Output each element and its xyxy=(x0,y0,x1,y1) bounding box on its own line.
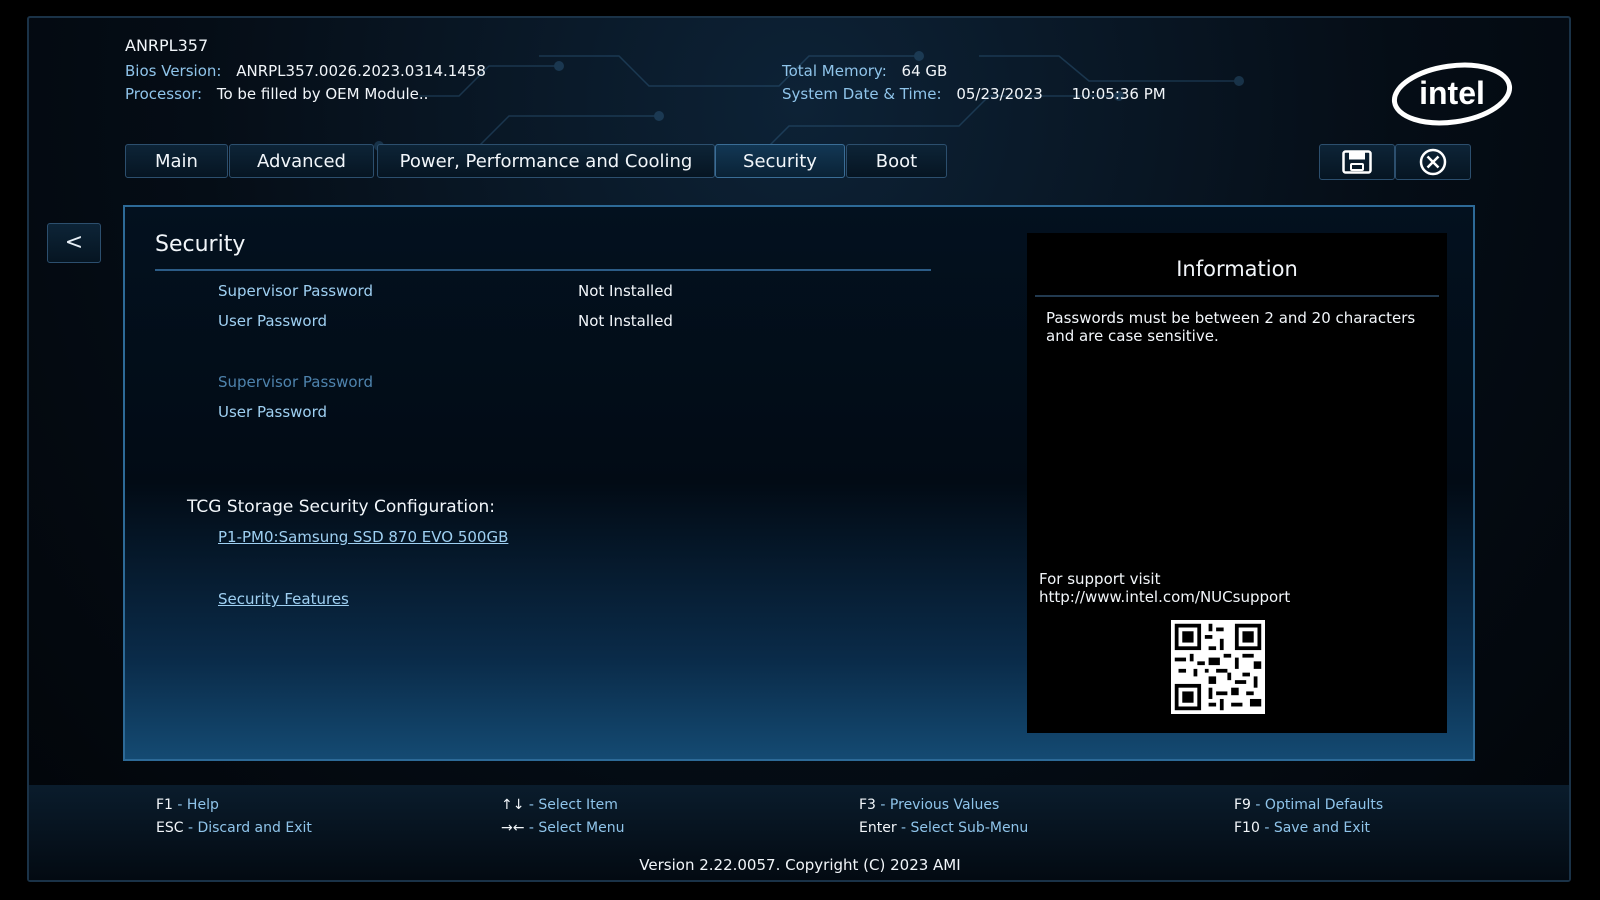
hint-key: →← xyxy=(501,820,525,836)
support-info: For support visit http://www.intel.com/N… xyxy=(1039,570,1429,606)
help-hint-select-menu: →← - Select Menu xyxy=(501,820,625,836)
save-button[interactable] xyxy=(1319,144,1395,180)
title-divider xyxy=(155,269,931,271)
information-divider xyxy=(1035,295,1439,297)
memory-label: Total Memory: xyxy=(782,62,887,80)
information-panel: Information Passwords must be between 2 … xyxy=(1027,233,1447,733)
hint-desc: Select Item xyxy=(538,797,618,813)
time-value[interactable]: 10:05:36 PM xyxy=(1072,85,1166,103)
total-memory: Total Memory: 64 GB xyxy=(782,62,947,80)
help-hint-select-item: ↑↓ - Select Item xyxy=(501,797,618,813)
version-text: Version 2.22.0057. Copyright (C) 2023 AM… xyxy=(639,856,961,874)
processor-label: Processor: xyxy=(125,85,203,103)
hint-key: F10 xyxy=(1234,820,1260,836)
tab-boot[interactable]: Boot xyxy=(846,144,947,178)
save-icon xyxy=(1342,150,1372,174)
hint-desc: Help xyxy=(186,797,219,813)
svg-text:intel: intel xyxy=(1419,75,1485,111)
help-hint-f1: F1 - Help xyxy=(156,797,219,813)
datetime-label: System Date & Time: xyxy=(782,85,942,103)
hint-desc: Discard and Exit xyxy=(197,820,312,836)
hint-key: ESC xyxy=(156,820,184,836)
support-line: For support visit xyxy=(1039,570,1161,588)
tcg-storage-heading: TCG Storage Security Configuration: xyxy=(187,497,495,517)
date-value[interactable]: 05/23/2023 xyxy=(956,85,1042,103)
processor-info: Processor: To be filled by OEM Module.. xyxy=(125,85,428,103)
help-hint-f9: F9 - Optimal Defaults xyxy=(1234,797,1384,813)
supervisor-password-status-label: Supervisor Password xyxy=(218,282,373,300)
hint-desc: Optimal Defaults xyxy=(1264,797,1384,813)
bios-version-value: ANRPL357.0026.2023.0314.1458 xyxy=(236,62,486,80)
supervisor-password-status-value: Not Installed xyxy=(578,282,673,300)
bios-version-label: Bios Version: xyxy=(125,62,222,80)
help-hint-esc: ESC - Discard and Exit xyxy=(156,820,312,836)
hint-desc: Save and Exit xyxy=(1273,820,1370,836)
bios-version: Bios Version: ANRPL357.0026.2023.0314.14… xyxy=(125,62,486,80)
system-date-time: System Date & Time: 05/23/2023 10:05:36 … xyxy=(782,85,1166,103)
qr-code-icon xyxy=(1171,620,1265,714)
hint-key: Enter xyxy=(859,820,897,836)
support-url: http://www.intel.com/NUCsupport xyxy=(1039,588,1291,606)
tcg-device-link[interactable]: P1-PM0:Samsung SSD 870 EVO 500GB xyxy=(218,528,508,546)
hint-desc: Select Menu xyxy=(538,820,625,836)
tab-main[interactable]: Main xyxy=(125,144,228,178)
tab-power-performance-cooling[interactable]: Power, Performance and Cooling xyxy=(377,144,715,178)
tab-security[interactable]: Security xyxy=(715,144,845,178)
exit-button[interactable] xyxy=(1395,144,1471,180)
information-title: Information xyxy=(1176,257,1298,281)
hint-key: F9 xyxy=(1234,797,1251,813)
hint-desc: Select Sub-Menu xyxy=(910,820,1029,836)
hint-key: ↑↓ xyxy=(501,797,525,813)
processor-value: To be filled by OEM Module.. xyxy=(216,85,429,103)
intel-logo: intel xyxy=(1391,62,1513,126)
hint-key: F1 xyxy=(156,797,173,813)
help-hint-f10: F10 - Save and Exit xyxy=(1234,820,1370,836)
tab-advanced[interactable]: Advanced xyxy=(229,144,374,178)
memory-value: 64 GB xyxy=(901,62,948,80)
help-hint-enter: Enter - Select Sub-Menu xyxy=(859,820,1029,836)
close-circle-icon xyxy=(1419,148,1447,176)
hint-key: F3 xyxy=(859,797,876,813)
user-password-status-value: Not Installed xyxy=(578,312,673,330)
page-title: Security xyxy=(155,232,246,257)
security-features-link[interactable]: Security Features xyxy=(218,590,349,608)
board-model: ANRPL357 xyxy=(125,36,209,55)
set-supervisor-password-item: Supervisor Password xyxy=(218,373,373,391)
user-password-status-label: User Password xyxy=(218,312,328,330)
set-user-password-item[interactable]: User Password xyxy=(218,403,327,421)
back-button[interactable]: < xyxy=(47,223,101,263)
hint-desc: Previous Values xyxy=(889,797,1000,813)
help-hint-f3: F3 - Previous Values xyxy=(859,797,1000,813)
information-text: Passwords must be between 2 and 20 chara… xyxy=(1046,309,1416,345)
